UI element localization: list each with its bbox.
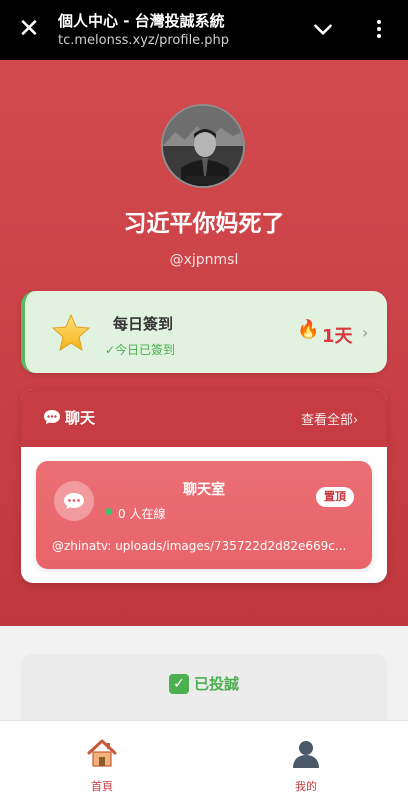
nav-me[interactable]: 我的 bbox=[256, 721, 356, 800]
star-icon bbox=[51, 313, 91, 352]
chevron-right-icon: › bbox=[362, 323, 369, 342]
chat-room-last-message: @zhinatv: uploads/images/735722d2d82e669… bbox=[52, 539, 347, 553]
avatar[interactable] bbox=[161, 104, 245, 188]
status-card: ✓ 已投誠 bbox=[21, 654, 387, 724]
checkin-status: ✓今日已簽到 bbox=[105, 343, 176, 357]
status-text: 已投誠 bbox=[194, 675, 240, 693]
chat-section-title: 聊天 bbox=[65, 409, 96, 427]
chevron-down-icon[interactable] bbox=[310, 16, 336, 42]
chat-card: 聊天 查看全部› 聊天室 ● 0 人在線 置頂 @zhinatv: upload… bbox=[21, 389, 387, 583]
checkin-streak: 1天 bbox=[322, 326, 353, 347]
user-icon bbox=[293, 741, 319, 768]
more-options-icon[interactable] bbox=[366, 14, 392, 44]
nav-me-label: 我的 bbox=[295, 780, 317, 793]
online-status-icon: ● bbox=[105, 507, 113, 517]
pinned-badge: 置頂 bbox=[316, 487, 354, 507]
home-icon bbox=[87, 739, 117, 767]
check-mark-icon: ✓ bbox=[169, 674, 189, 694]
nav-home-label: 首頁 bbox=[91, 780, 113, 793]
checkin-title: 每日簽到 bbox=[113, 315, 174, 333]
browser-top-bar: ✕ 個人中心 - 台灣投誠系統 tc.melonss.xyz/profile.p… bbox=[0, 0, 408, 60]
close-icon[interactable]: ✕ bbox=[14, 14, 44, 44]
chat-room-online-count: 0 人在線 bbox=[118, 507, 166, 521]
profile-display-name: 习近平你妈死了 bbox=[123, 211, 285, 237]
daily-checkin-card[interactable]: 每日簽到 ✓今日已簽到 🔥 1天 › bbox=[21, 291, 387, 373]
chat-room-item[interactable]: 聊天室 ● 0 人在線 置頂 @zhinatv: uploads/images/… bbox=[36, 461, 372, 569]
fire-icon: 🔥 bbox=[297, 319, 320, 340]
page-title: 個人中心 - 台灣投誠系統 bbox=[58, 12, 225, 30]
page-url[interactable]: tc.melonss.xyz/profile.php bbox=[58, 33, 229, 48]
chat-bubble-icon bbox=[44, 410, 60, 424]
chat-card-header: 聊天 查看全部› bbox=[21, 389, 387, 447]
nav-home[interactable]: 首頁 bbox=[52, 721, 152, 800]
profile-handle: @xjpnmsl bbox=[169, 252, 239, 268]
view-all-link[interactable]: 查看全部› bbox=[301, 409, 358, 428]
bottom-navigation: 首頁 我的 bbox=[0, 720, 408, 800]
